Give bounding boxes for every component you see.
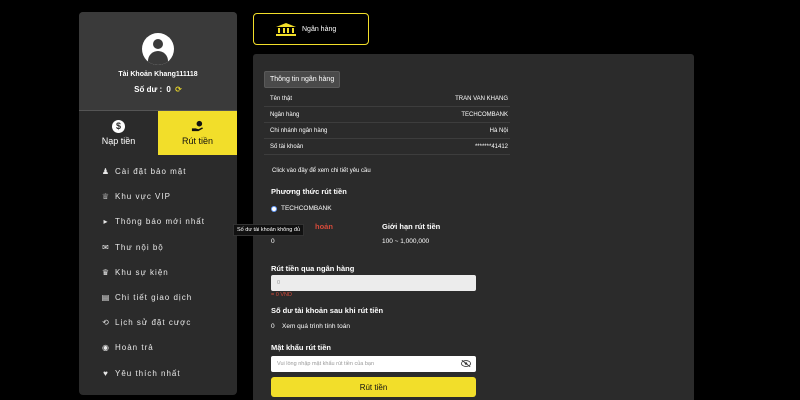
bank-info-title: Thông tin ngân hàng: [264, 71, 341, 88]
envelope-icon: ✉: [102, 242, 110, 252]
deposit-button[interactable]: $ Nạp tiền: [79, 111, 158, 155]
info-row-bank: Ngân hàng TECHCOMBANK: [264, 107, 510, 123]
menu-item-favorites[interactable]: ♥ Yêu thích nhất: [79, 361, 237, 386]
password-input[interactable]: Vui lòng nhập mật khẩu rút tiền của bạn: [271, 356, 476, 372]
menu-item-rebate[interactable]: ◉ Hoàn trả: [79, 335, 237, 360]
submit-withdraw-button[interactable]: Rút tiền: [271, 377, 476, 397]
details-link[interactable]: Click vào đây để xem chi tiết yêu cầu: [272, 168, 371, 174]
amount-label: Rút tiền qua ngân hàng: [271, 264, 355, 273]
limit-value: 100 ~ 1,000,000: [382, 238, 430, 245]
amount-converted: = 0 VND: [271, 292, 292, 298]
password-label: Mật khẩu rút tiền: [271, 343, 332, 352]
info-row-name: Tên thật TRAN VAN KHANG: [264, 91, 510, 107]
refresh-icon[interactable]: ⟳: [175, 85, 182, 94]
trophy-icon: ♛: [101, 267, 111, 277]
menu-item-news[interactable]: ▸ Thông báo mới nhất: [79, 209, 237, 234]
history-icon: ⟲: [102, 318, 110, 328]
hand-coin-icon: [191, 120, 204, 132]
heart-icon: ♥: [103, 368, 109, 378]
method-radio[interactable]: [271, 206, 277, 212]
bank-icon: [276, 22, 296, 36]
menu-item-security[interactable]: ♟ Cài đặt bảo mật: [79, 159, 237, 184]
withdraw-panel: Thông tin ngân hàng Tên thật TRAN VAN KH…: [253, 54, 694, 400]
account-name: Tài Khoản Khang111118: [118, 71, 198, 78]
balance-label: Số dư :: [134, 85, 163, 94]
available-balance: 0: [271, 238, 275, 245]
dollar-circle-icon: ◉: [102, 343, 110, 353]
withdraw-label: Rút tiền: [181, 136, 214, 146]
menu-item-vip[interactable]: ♕ Khu vực VIP: [79, 184, 237, 209]
menu-item-inbox[interactable]: ✉ Thư nội bộ: [79, 235, 237, 260]
action-tabs: $ Nạp tiền Rút tiền: [79, 110, 237, 155]
megaphone-icon: ▸: [103, 217, 109, 227]
info-row-branch: Chi nhánh ngân hàng Hà Nội: [264, 123, 510, 139]
insufficient-balance-tooltip: Số dư tài khoản không đủ: [233, 224, 305, 236]
method-option[interactable]: TECHCOMBANK: [281, 205, 332, 212]
bank-tab-label: Ngân hàng: [302, 25, 337, 33]
menu-item-events[interactable]: ♛ Khu sự kiện: [79, 260, 237, 285]
money-bag-icon: $: [112, 120, 125, 133]
after-balance-label: Số dư tài khoản sau khi rút tiền: [271, 306, 384, 315]
deposit-label: Nạp tiền: [101, 136, 136, 146]
info-row-account: Số tài khoản *******41412: [264, 139, 510, 155]
crown-icon: ♕: [101, 192, 111, 202]
limit-label: Giới hạn rút tiền: [382, 222, 441, 231]
bank-info-table: Tên thật TRAN VAN KHANG Ngân hàng TECHCO…: [264, 91, 510, 155]
calc-link[interactable]: Xem quá trình tính toán: [282, 323, 350, 330]
bank-tab[interactable]: Ngân hàng: [253, 13, 369, 45]
balance-value: 0: [166, 85, 171, 94]
account-sidebar: Tài Khoản Khang111118 Số dư : 0 ⟳ $ Nạp …: [79, 12, 237, 395]
balance-row: Số dư : 0 ⟳: [79, 85, 237, 94]
account-menu: ♟ Cài đặt bảo mật ♕ Khu vực VIP ▸ Thông báo…: [79, 155, 237, 386]
balance-label-fragment: hoản: [315, 222, 333, 231]
amount-input[interactable]: 0: [271, 275, 476, 291]
eye-slash-icon[interactable]: [461, 360, 471, 367]
profile-card: Tài Khoản Khang111118 Số dư : 0 ⟳: [79, 12, 237, 110]
withdraw-button[interactable]: Rút tiền: [158, 111, 237, 155]
menu-item-transactions[interactable]: ▤ Chi tiết giao dịch: [79, 285, 237, 310]
user-lock-icon: ♟: [101, 167, 111, 177]
method-label: Phương thức rút tiền: [271, 187, 347, 196]
clipboard-icon: ▤: [101, 293, 111, 303]
menu-item-bet-history[interactable]: ⟲ Lịch sử đặt cược: [79, 310, 237, 335]
avatar-icon: [142, 33, 174, 65]
after-balance-value: 0: [271, 323, 275, 330]
